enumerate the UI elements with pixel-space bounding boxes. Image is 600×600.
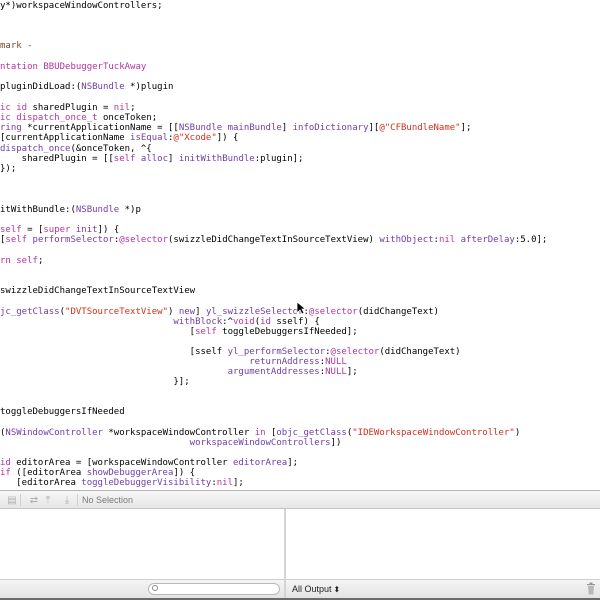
- code-token: isEqual: [130, 133, 168, 143]
- code-token: ];: [460, 123, 472, 133]
- code-token: afterDelay: [460, 235, 515, 245]
- code-token: editorArea: [233, 458, 288, 468]
- code-token: ];: [233, 478, 244, 488]
- debug-bar-divider: [77, 494, 78, 506]
- code-token: toggleDebuggersIfNeeded];: [216, 327, 358, 337]
- code-line: }];: [0, 376, 190, 388]
- variables-filter-bar: [0, 579, 284, 598]
- code-token: ]: [168, 154, 179, 164]
- output-filter-select[interactable]: All Output ⬍: [292, 583, 340, 596]
- code-token: nil: [438, 235, 456, 245]
- code-token: NSBundle: [75, 205, 120, 215]
- code-line: swizzleDidChangeTextInSourceTextView: [0, 285, 195, 297]
- code-line: pluginDidLoad:(NSBundle *)plugin: [0, 81, 173, 93]
- code-token: @"Xcode": [173, 133, 217, 143]
- debug-bar: No Selection ▤ ⇄ ⤒ ⤓: [0, 490, 600, 509]
- code-token: :plugin];: [254, 154, 304, 164]
- mouse-pointer-icon: [296, 301, 306, 315]
- code-token: (didChangeText): [357, 307, 439, 317]
- variables-search-input[interactable]: [148, 583, 280, 595]
- code-line: toggleDebuggersIfNeeded: [0, 406, 125, 418]
- code-token: ];: [346, 367, 358, 377]
- code-token: self: [113, 154, 136, 164]
- code-token: performSelector: [32, 235, 114, 245]
- code-line: rn self;: [0, 255, 43, 267]
- code-token: itWithBundle:(: [0, 205, 76, 215]
- code-token: initWithBundle: [178, 154, 255, 164]
- code-token: :5.0];: [514, 235, 548, 245]
- code-line: mark -: [0, 40, 33, 52]
- code-token: mark -: [0, 41, 33, 51]
- code-token: self: [195, 327, 217, 337]
- code-line: sharedPlugin = [[self alloc] initWithBun…: [0, 153, 304, 165]
- code-token: ]) {: [216, 133, 239, 143]
- code-token: pluginDidLoad:(: [0, 82, 82, 92]
- code-line: itWithBundle:(NSBundle *)p: [0, 204, 141, 216]
- code-token: NSBundle: [81, 82, 125, 92]
- code-line: [editorArea toggleDebuggerVisibility:nil…: [0, 477, 244, 489]
- code-token: });: [0, 164, 17, 174]
- debug-bar-divider: [20, 494, 21, 506]
- code-line: });: [0, 163, 16, 175]
- code-token: "IDEWorkspaceWindowController": [352, 428, 515, 438]
- code-token: ntation BBUDebuggerTuckAway: [0, 62, 147, 72]
- code-token: toggleDebuggerVisibility: [81, 478, 212, 488]
- no-selection-label: No Selection: [82, 495, 134, 505]
- code-token: self: [5, 235, 28, 245]
- code-token: ): [514, 428, 521, 438]
- code-line: [self performSelector:@selector(swizzleD…: [0, 234, 547, 246]
- code-token: ]: [281, 123, 293, 133]
- code-token: rn: [0, 256, 11, 266]
- code-token: (swizzleDidChangeTextInSourceTextView): [168, 235, 380, 245]
- code-token: @selector: [119, 235, 169, 245]
- console-output[interactable]: [286, 509, 600, 579]
- code-token: withObject: [379, 235, 434, 245]
- output-filter-label: All Output: [292, 584, 332, 594]
- code-line: [self toggleDebuggersIfNeeded];: [0, 326, 358, 338]
- code-token: toggleDebuggersIfNeeded: [0, 407, 125, 417]
- code-token: y*)workspaceWindowControllers;: [0, 1, 163, 11]
- step-in-button[interactable]: ⤓: [59, 493, 75, 507]
- code-token: [editorArea: [0, 478, 82, 488]
- variables-view[interactable]: [0, 509, 284, 579]
- code-line: ntation BBUDebuggerTuckAway: [0, 61, 146, 73]
- debug-hide-button[interactable]: ▤: [4, 493, 20, 507]
- code-token: (didChangeText): [379, 347, 461, 357]
- code-line: workspaceWindowControllers]): [0, 437, 342, 449]
- code-token: ]): [330, 438, 342, 448]
- code-token: NULL: [325, 367, 347, 377]
- code-token: sharedPlugin = [[: [0, 154, 114, 164]
- code-token: alloc: [140, 154, 168, 164]
- code-token: nil: [216, 478, 234, 488]
- chevron-updown-icon: ⬍: [333, 585, 341, 594]
- search-icon: [152, 585, 158, 591]
- code-line: y*)workspaceWindowControllers;: [0, 0, 163, 12]
- code-token: *)p: [119, 205, 141, 215]
- code-token: [: [0, 327, 196, 337]
- code-token: swizzleDidChangeTextInSourceTextView: [0, 286, 196, 296]
- code-token: workspaceWindowControllers: [0, 438, 331, 448]
- code-token: @"CFBundleName": [379, 123, 461, 133]
- code-token: infoDictionary: [292, 123, 369, 133]
- code-token: self: [16, 256, 38, 266]
- code-token: ][: [368, 123, 380, 133]
- console-filter-bar: All Output ⬍: [286, 579, 600, 598]
- code-token: [currentApplicationName: [0, 133, 131, 143]
- code-token: ;: [37, 256, 44, 266]
- trash-icon[interactable]: [586, 582, 596, 595]
- code-token: }];: [0, 377, 190, 387]
- step-over-button[interactable]: ⤒: [40, 493, 56, 507]
- xcode-window: y*)workspaceWindowControllers; mark - ntat…: [0, 0, 600, 600]
- source-editor[interactable]: y*)workspaceWindowControllers; mark - ntat…: [0, 0, 600, 490]
- code-token: ];: [287, 458, 299, 468]
- code-token: *)plugin: [124, 82, 174, 92]
